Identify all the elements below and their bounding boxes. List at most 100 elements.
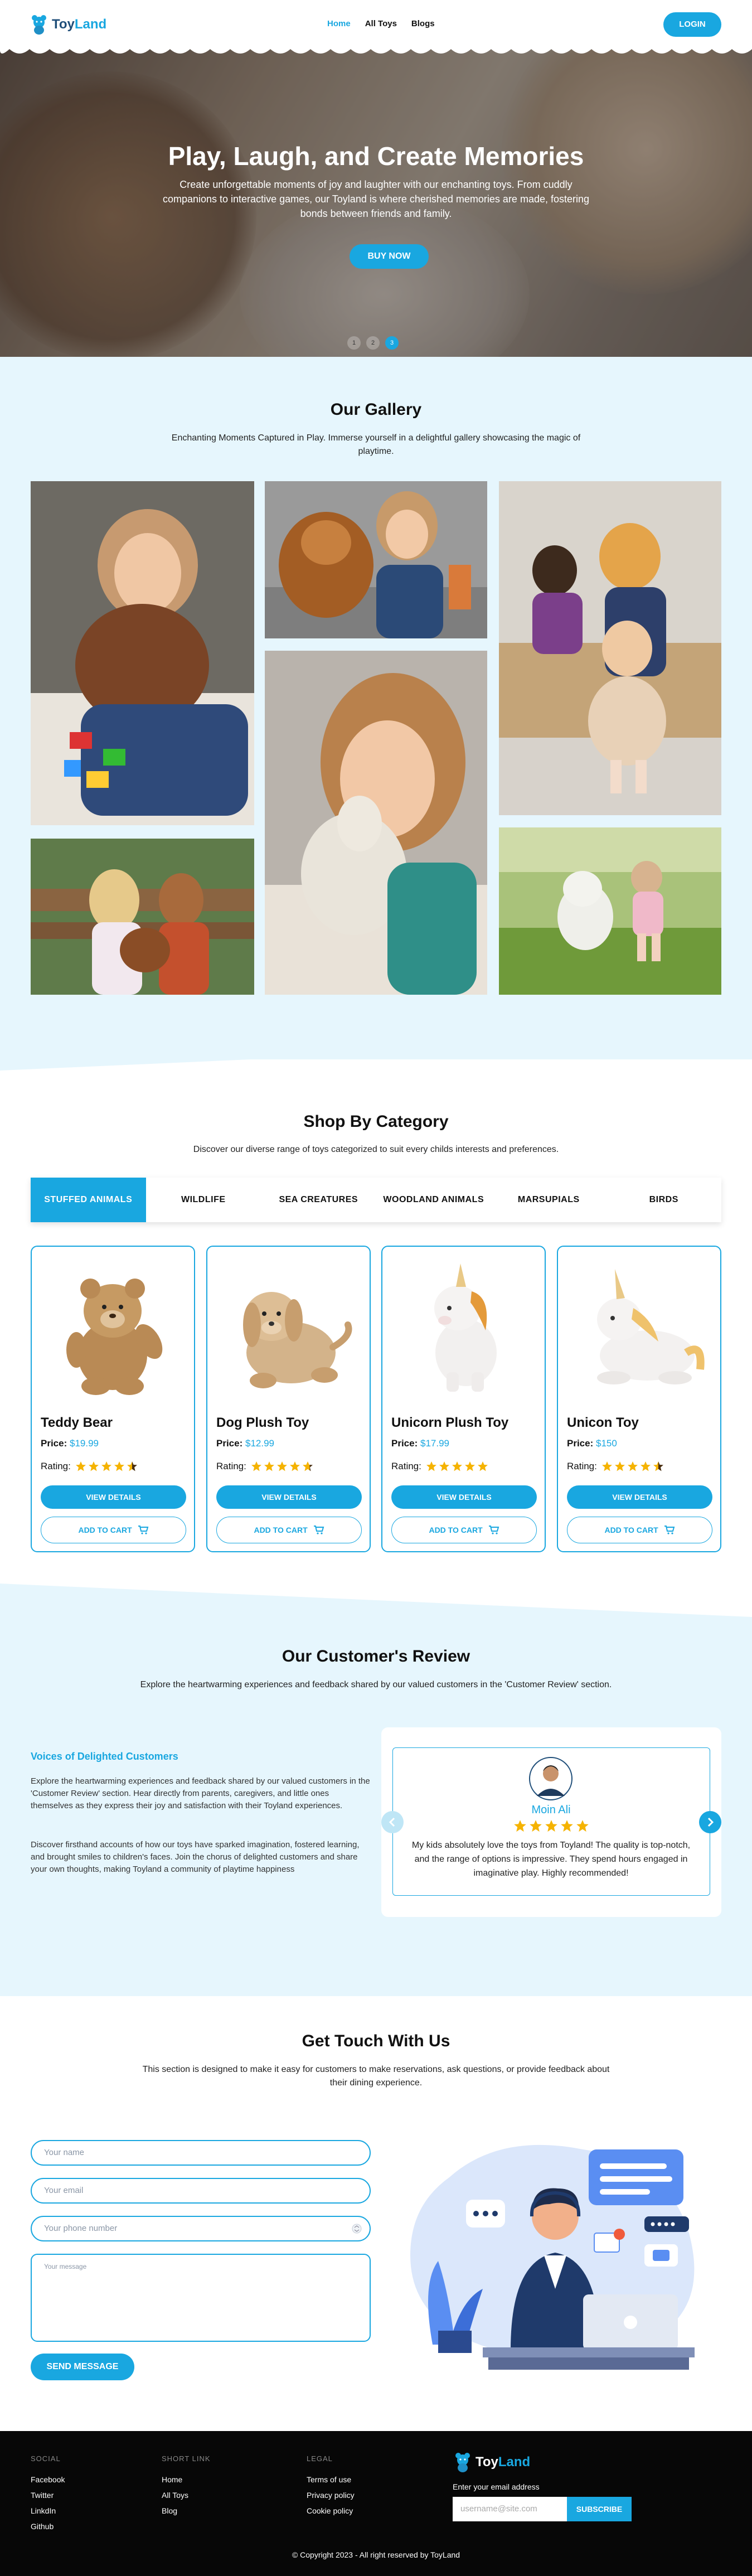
subscribe-button[interactable]: SUBSCRIBE <box>567 2497 632 2521</box>
hero-dot-3[interactable]: 3 <box>385 336 399 350</box>
footer-link-facebook[interactable]: Facebook <box>31 2475 65 2484</box>
gallery-photo-girl-teddy-sofa <box>265 481 487 638</box>
product-card: Dog Plush Toy Price: $12.99 Rating: VIEW… <box>206 1246 371 1552</box>
gallery-photo-kids-doll <box>499 481 721 815</box>
product-rating: Rating: <box>216 1461 313 1472</box>
product-rating: Rating: <box>41 1461 138 1472</box>
nav-blogs[interactable]: Blogs <box>411 19 435 28</box>
review-stars <box>393 1819 709 1833</box>
star-icon <box>289 1461 300 1471</box>
tab-sea-creatures[interactable]: SEA CREATURES <box>261 1178 376 1222</box>
gallery-slant-divider <box>0 1037 752 1071</box>
footer-link-home[interactable]: Home <box>162 2475 211 2484</box>
nav-all-toys[interactable]: All Toys <box>365 19 397 28</box>
star-icon <box>88 1461 99 1471</box>
review-next-button[interactable] <box>699 1811 721 1833</box>
cart-icon <box>138 1526 148 1534</box>
star-icon <box>640 1461 651 1471</box>
view-details-button[interactable]: VIEW DETAILS <box>41 1485 186 1509</box>
unicorn-toy-image <box>434 1263 497 1392</box>
product-price: Price: $17.99 <box>391 1438 449 1449</box>
logo-icon <box>32 15 46 35</box>
footer-link-terms[interactable]: Terms of use <box>307 2475 355 2484</box>
product-image <box>43 1258 183 1397</box>
reviewer-avatar <box>529 1757 573 1800</box>
star-icon <box>276 1461 287 1471</box>
hero-banner: Play, Laugh, and Create Memories Create … <box>0 49 752 357</box>
product-price: Price: $19.99 <box>41 1438 99 1449</box>
tab-stuffed-animals[interactable]: STUFFED ANIMALS <box>31 1178 146 1222</box>
tab-wildlife[interactable]: WILDLIFE <box>146 1178 261 1222</box>
contact-title: Get Touch With Us <box>302 2032 450 2050</box>
product-image <box>394 1258 533 1397</box>
nav-scallop-border <box>0 47 752 54</box>
chevron-right-icon <box>707 1817 714 1827</box>
cart-icon <box>664 1526 675 1534</box>
view-details-button[interactable]: VIEW DETAILS <box>216 1485 362 1509</box>
review-slide: Moin Ali My kids absolutely love the toy… <box>392 1747 710 1896</box>
add-to-cart-button[interactable]: ADD TO CART <box>567 1517 712 1543</box>
star-rating <box>75 1461 138 1472</box>
footer-social-column: SOCIAL Facebook Twitter LinkdIn Github <box>31 2454 65 2538</box>
copyright: © Copyright 2023 - All right reserved by… <box>292 2550 460 2559</box>
review-title: Our Customer's Review <box>282 1647 470 1665</box>
product-name: Unicon Toy <box>567 1415 639 1430</box>
login-button[interactable]: LOGIN <box>663 12 721 37</box>
category-subtitle: Discover our diverse range of toys categ… <box>193 1145 559 1154</box>
logo-text: ToyLand <box>476 2454 531 2470</box>
tab-woodland-animals[interactable]: WOODLAND ANIMALS <box>376 1178 492 1222</box>
tab-birds[interactable]: BIRDS <box>607 1178 722 1222</box>
star-icon <box>75 1461 86 1471</box>
product-card: Teddy Bear Price: $19.99 Rating: VIEW DE… <box>31 1246 195 1552</box>
name-field[interactable]: Your name <box>31 2140 371 2166</box>
footer-logo[interactable]: ToyLand <box>454 2452 530 2472</box>
footer-link-privacy[interactable]: Privacy policy <box>307 2491 355 2500</box>
nav-home[interactable]: Home <box>327 19 351 28</box>
category-tabs: STUFFED ANIMALS WILDLIFE SEA CREATURES W… <box>31 1178 721 1222</box>
footer-link-linkedin[interactable]: LinkdIn <box>31 2506 65 2515</box>
star-icon <box>251 1461 261 1471</box>
footer-legal-column: LEGAL Terms of use Privacy policy Cookie… <box>307 2454 355 2522</box>
review-paragraph-1: Explore the heartwarming experiences and… <box>31 1776 370 1810</box>
message-field[interactable]: Your message <box>31 2254 371 2342</box>
add-to-cart-button[interactable]: ADD TO CART <box>391 1517 537 1543</box>
add-to-cart-button[interactable]: ADD TO CART <box>41 1517 186 1543</box>
footer-link-all-toys[interactable]: All Toys <box>162 2491 211 2500</box>
unicorn2-toy-image <box>597 1269 705 1384</box>
chevron-left-icon <box>389 1817 395 1827</box>
review-prev-button[interactable] <box>381 1811 404 1833</box>
dog-toy-image <box>243 1292 352 1388</box>
footer-email-label: Enter your email address <box>453 2482 540 2491</box>
send-message-button[interactable]: SEND MESSAGE <box>31 2354 134 2380</box>
star-icon <box>601 1461 612 1471</box>
hero-dot-2[interactable]: 2 <box>366 336 380 350</box>
star-icon <box>529 1820 542 1832</box>
review-heading: Voices of Delighted Customers <box>31 1751 178 1762</box>
contact-subtitle: This section is designed to make it easy… <box>142 2065 610 2088</box>
hero-pagination: 1 2 3 <box>347 336 399 350</box>
phone-field[interactable]: Your phone number <box>31 2216 371 2241</box>
star-icon <box>302 1461 313 1471</box>
star-icon <box>464 1461 475 1471</box>
product-name: Dog Plush Toy <box>216 1415 309 1430</box>
logo[interactable]: ToyLand <box>31 14 106 35</box>
footer-link-blog[interactable]: Blog <box>162 2506 211 2515</box>
hero-dot-1[interactable]: 1 <box>347 336 361 350</box>
teddy-toy-image <box>66 1279 163 1395</box>
view-details-button[interactable]: VIEW DETAILS <box>391 1485 537 1509</box>
email-field[interactable]: Your email <box>31 2178 371 2204</box>
footer-link-twitter[interactable]: Twitter <box>31 2491 65 2500</box>
star-icon <box>545 1820 557 1832</box>
buy-now-button[interactable]: BUY NOW <box>350 244 429 269</box>
product-rating: Rating: <box>391 1461 488 1472</box>
newsletter-email-input[interactable]: username@site.com <box>453 2497 567 2521</box>
footer-link-cookie[interactable]: Cookie policy <box>307 2506 355 2515</box>
footer-link-github[interactable]: Github <box>31 2522 65 2531</box>
tab-marsupials[interactable]: MARSUPIALS <box>491 1178 607 1222</box>
star-icon <box>426 1461 436 1471</box>
logo-icon <box>455 2453 470 2472</box>
star-icon <box>114 1461 124 1471</box>
add-to-cart-button[interactable]: ADD TO CART <box>216 1517 362 1543</box>
view-details-button[interactable]: VIEW DETAILS <box>567 1485 712 1509</box>
logo-text: ToyLand <box>52 17 107 32</box>
